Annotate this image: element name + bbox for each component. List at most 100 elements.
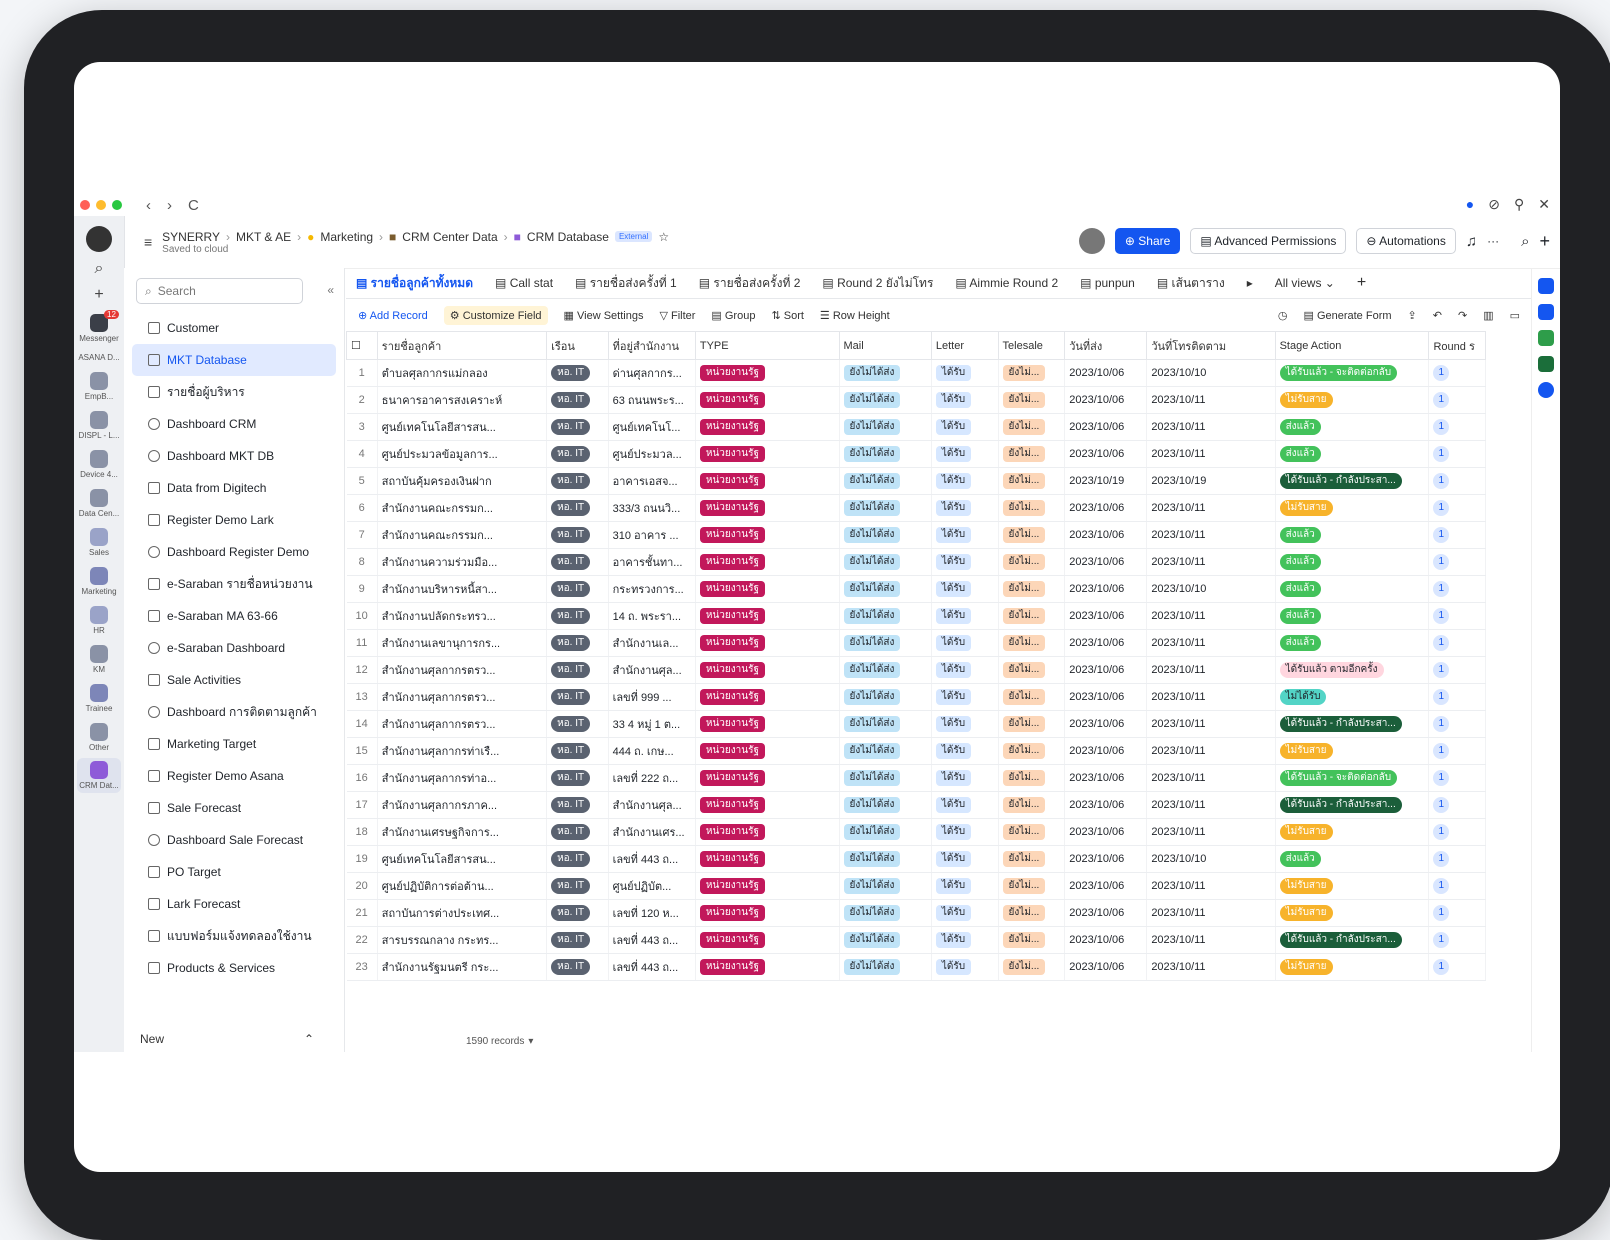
undo-icon[interactable]: ↶ <box>1433 309 1442 322</box>
table-cell[interactable]: 2023/10/06 <box>1064 494 1148 522</box>
rail-item-marketing[interactable]: Marketing <box>74 567 124 596</box>
table-cell[interactable]: ศูนย์ปฏิบัติการต่อต้าน... <box>377 872 548 900</box>
table-cell[interactable]: หน่วยงานรัฐ <box>695 872 840 900</box>
table-cell[interactable]: ยังไม่ได้ส่ง <box>839 575 932 603</box>
table-cell[interactable]: 2023/10/06 <box>1064 602 1148 630</box>
table-cell[interactable]: 2023/10/06 <box>1064 413 1148 441</box>
tab-grid[interactable]: ▤ เส้นตาราง <box>1157 274 1225 293</box>
table-cell[interactable]: 2023/10/11 <box>1146 413 1276 441</box>
table-cell[interactable]: ศูนย์เทคโนโลยีสารสน... <box>377 413 548 441</box>
tab-all-customers[interactable]: ▤ รายชื่อลูกค้าทั้งหมด <box>356 274 473 293</box>
table-cell[interactable]: 2023/10/11 <box>1146 494 1276 522</box>
table-cell[interactable]: ได้รับ <box>931 899 999 927</box>
table-cell[interactable]: ได้รับแล้ว - กำลังประสา... <box>1275 791 1430 819</box>
tab-more-icon[interactable]: ▸ <box>1247 276 1253 290</box>
table-cell[interactable]: ได้รับ <box>931 467 999 495</box>
back-icon[interactable]: ‹ <box>146 197 151 214</box>
table-cell[interactable]: ไม่รับสาย <box>1275 899 1430 927</box>
table-cell[interactable]: ยังไม่... <box>998 440 1066 468</box>
table-cell[interactable]: ได้รับ <box>931 629 999 657</box>
table-cell[interactable]: 2023/10/10 <box>1146 575 1276 603</box>
crumb-crm-database[interactable]: CRM Database <box>527 230 609 244</box>
menu-icon[interactable]: ≡ <box>144 234 152 250</box>
rail-item-empb[interactable]: EmpB... <box>74 372 124 401</box>
generate-form-button[interactable]: ▤ Generate Form <box>1303 309 1391 322</box>
table-cell[interactable]: 2023/10/06 <box>1064 683 1148 711</box>
table-cell[interactable]: ยังไม่ได้ส่ง <box>839 467 932 495</box>
table-cell[interactable]: ยังไม่... <box>998 683 1066 711</box>
sidebar-item[interactable]: Register Demo Asana <box>132 760 336 792</box>
table-cell[interactable]: เลขที่ 222 ถ... <box>608 764 696 792</box>
table-cell[interactable]: ได้รับ <box>931 521 999 549</box>
table-cell[interactable]: 18 <box>346 818 378 846</box>
table-cell[interactable]: ยังไม่ได้ส่ง <box>839 926 932 954</box>
table-cell[interactable]: สถาบันการต่างประเทศ... <box>377 899 548 927</box>
search-icon[interactable]: ⌕ <box>1521 233 1529 250</box>
table-row[interactable]: 7 สำนักงานคณะกรรมก... หอ. IT 310 อาคาร ... ห… <box>346 521 1486 549</box>
automations-button[interactable]: ⊖ Automations <box>1356 228 1456 254</box>
table-cell[interactable]: 2023/10/06 <box>1064 386 1148 414</box>
table-cell[interactable]: ยังไม่ได้ส่ง <box>839 413 932 441</box>
status-dot-icon[interactable]: ● <box>1466 196 1474 213</box>
reload-icon[interactable]: C <box>188 197 199 214</box>
table-cell[interactable]: 1 <box>1428 953 1486 981</box>
view-settings-button[interactable]: ▦ View Settings <box>564 309 644 322</box>
table-cell[interactable]: ศูนย์ประมวลข้อมูลการ... <box>377 440 548 468</box>
table-row[interactable]: 11 สำนักงานเลขานุการกร... หอ. IT สำนักงานเล… <box>346 629 1486 657</box>
table-cell[interactable]: 2023/10/06 <box>1064 629 1148 657</box>
plus-icon[interactable]: + <box>1539 231 1550 252</box>
table-cell[interactable]: ยังไม่ได้ส่ง <box>839 764 932 792</box>
record-count[interactable]: 1590 records <box>466 1036 524 1047</box>
table-cell[interactable]: ตำบลศุลกากรแม่กลอง <box>377 359 548 387</box>
search-icon[interactable]: ⌕ <box>74 260 124 278</box>
table-cell[interactable]: สำนักงานคณะกรรมก... <box>377 494 548 522</box>
table-cell[interactable]: ไม่รับสาย <box>1275 953 1430 981</box>
table-cell[interactable]: หน่วยงานรัฐ <box>695 359 840 387</box>
star-icon[interactable]: ☆ <box>658 230 669 244</box>
task-icon[interactable] <box>1538 356 1554 372</box>
table-cell[interactable]: 1 <box>1428 683 1486 711</box>
table-cell[interactable]: 310 อาคาร ... <box>608 521 696 549</box>
sidebar-item[interactable]: PO Target <box>132 856 336 888</box>
sidebar-item[interactable]: Sale Activities <box>132 664 336 696</box>
crumb-marketing[interactable]: Marketing <box>320 230 373 244</box>
rail-item-trainee[interactable]: Trainee <box>74 684 124 713</box>
table-cell[interactable]: หอ. IT <box>546 710 609 738</box>
table-cell[interactable]: ยังไม่... <box>998 494 1066 522</box>
table-cell[interactable]: 1 <box>1428 791 1486 819</box>
rail-item-messenger[interactable]: 12 Messenger <box>74 310 124 343</box>
table-cell[interactable]: หอ. IT <box>546 926 609 954</box>
table-cell[interactable]: 33 4 หมู่ 1 ต... <box>608 710 696 738</box>
rail-item-sales[interactable]: Sales <box>74 528 124 557</box>
table-cell[interactable]: หน่วยงานรัฐ <box>695 764 840 792</box>
table-cell[interactable]: 2023/10/11 <box>1146 872 1276 900</box>
table-row[interactable]: 3 ศูนย์เทคโนโลยีสารสน... หอ. IT ศูนย์เทคโนโ… <box>346 413 1486 441</box>
table-cell[interactable]: เลขที่ 999 ... <box>608 683 696 711</box>
table-cell[interactable]: ยังไม่... <box>998 926 1066 954</box>
table-cell[interactable]: 1 <box>1428 386 1486 414</box>
sidebar-item[interactable]: รายชื่อผู้บริหาร <box>132 376 336 408</box>
table-cell[interactable]: 63 ถนนพระร... <box>608 386 696 414</box>
table-cell[interactable]: ยังไม่ได้ส่ง <box>839 602 932 630</box>
rail-item-other[interactable]: Other <box>74 723 124 752</box>
table-cell[interactable]: หอ. IT <box>546 575 609 603</box>
table-cell[interactable]: 13 <box>346 683 378 711</box>
table-cell[interactable]: 23 <box>346 953 378 981</box>
table-cell[interactable]: 1 <box>1428 521 1486 549</box>
tab-round2-not-called[interactable]: ▤ Round 2 ยังไม่โทร <box>822 274 933 293</box>
table-cell[interactable]: ส่งแล้ว <box>1275 575 1430 603</box>
tab-call-stat[interactable]: ▤ Call stat <box>495 276 553 290</box>
close-icon[interactable]: ✕ <box>1538 196 1550 213</box>
table-cell[interactable]: ยังไม่ได้ส่ง <box>839 845 932 873</box>
avatar[interactable] <box>86 226 112 252</box>
table-cell[interactable]: สำนักงานเศรษฐกิจการ... <box>377 818 548 846</box>
table-cell[interactable]: หน่วยงานรัฐ <box>695 926 840 954</box>
table-cell[interactable]: ได้รับ <box>931 602 999 630</box>
table-cell[interactable]: ยังไม่ได้ส่ง <box>839 629 932 657</box>
table-cell[interactable]: 2023/10/06 <box>1064 872 1148 900</box>
table-cell[interactable]: สำนักงานศุลกากรตรว... <box>377 683 548 711</box>
table-cell[interactable]: ได้รับแล้ว - กำลังประสา... <box>1275 926 1430 954</box>
table-cell[interactable]: ยังไม่ได้ส่ง <box>839 953 932 981</box>
table-cell[interactable]: ยังไม่... <box>998 791 1066 819</box>
table-cell[interactable]: หอ. IT <box>546 791 609 819</box>
